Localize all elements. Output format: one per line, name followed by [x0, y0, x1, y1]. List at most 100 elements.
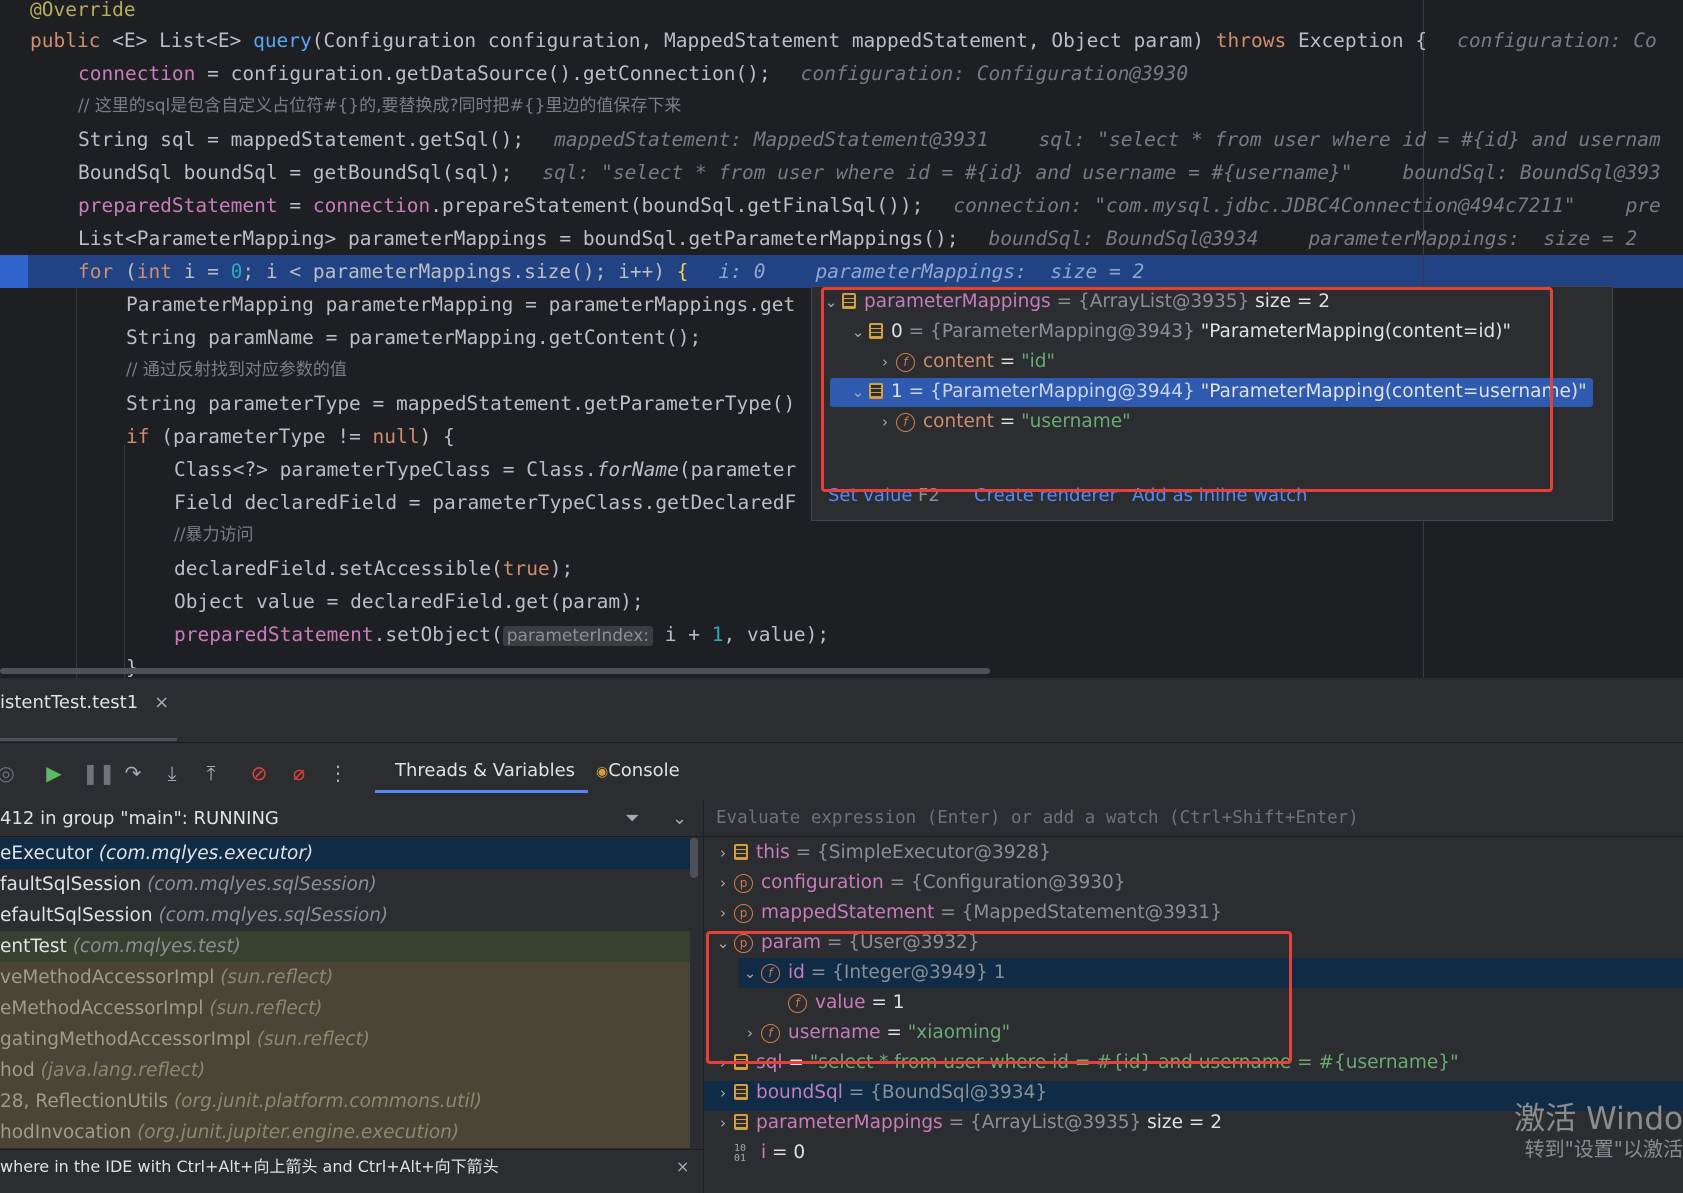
step-over-icon[interactable]: ↷	[121, 761, 145, 785]
debug-toolbar: ◎ ▶ ❚❚ ↷ ⤓ ⤒ ⊘ ⌀ ⋮	[0, 743, 1683, 801]
evaluate-expression-input[interactable]: Evaluate expression (Enter) or add a wat…	[704, 801, 1683, 837]
field-icon: f	[788, 994, 807, 1013]
code-line-19[interactable]: Object value = declaredField.get(param);	[174, 585, 644, 618]
variable-param-id[interactable]: ⌄ f id = {Integer@3949} 1	[739, 958, 1683, 988]
frame-row-library[interactable]: gatingMethodAccessorImpl (sun.reflect)	[0, 1024, 690, 1055]
create-renderer-link[interactable]: Create renderer	[974, 485, 1117, 506]
frame-row[interactable]: entTest (com.mqlyes.test)	[0, 931, 690, 962]
list-icon	[869, 383, 883, 399]
code-line-8[interactable]: List<ParameterMapping> parameterMappings…	[78, 222, 1637, 255]
view-breakpoints-icon[interactable]: ◎	[0, 761, 18, 785]
chevron-right-icon[interactable]: ›	[712, 898, 734, 928]
parameter-name-hint: parameterIndex:	[502, 626, 654, 646]
step-into-icon[interactable]: ⤓	[160, 761, 184, 785]
frame-row-selected[interactable]: eExecutor (com.mqlyes.executor)	[0, 838, 690, 869]
popup-item-0[interactable]: ⌄ 0 = {ParameterMapping@3943} "ParameterM…	[847, 317, 1511, 347]
step-out-icon[interactable]: ⤒	[199, 761, 223, 785]
resume-icon[interactable]: ▶	[42, 761, 66, 785]
code-line-17[interactable]: //暴力访问	[174, 519, 253, 552]
field-icon: f	[761, 964, 780, 983]
object-icon	[734, 1084, 748, 1100]
frame-row-library[interactable]: hodInvocation (org.junit.jupiter.engine.…	[0, 1117, 690, 1148]
indent-guide	[124, 445, 125, 678]
code-line-2[interactable]: public <E> List<E> query(Configuration c…	[30, 24, 1657, 57]
debug-tool-window[interactable]: istentTest.test1 × ◎ ▶ ❚❚ ↷ ⤓ ⤒ ⊘ ⌀ ⋮ Thr…	[0, 678, 1683, 1193]
pause-icon[interactable]: ❚❚	[82, 761, 116, 785]
execution-point-gutter	[0, 255, 28, 288]
close-icon[interactable]: ×	[154, 692, 169, 713]
code-line-7[interactable]: preparedStatement = connection.prepareSt…	[78, 189, 1661, 222]
frame-row[interactable]: faultSqlSession (com.mqlyes.sqlSession)	[0, 869, 690, 900]
tab-console[interactable]: ◉Console	[596, 760, 680, 781]
variable-configuration[interactable]: › p configuration = {Configuration@3930}	[712, 868, 1126, 898]
chevron-down-icon[interactable]: ⌄	[820, 287, 842, 317]
active-subtab-indicator	[375, 790, 588, 793]
popup-item-1-content[interactable]: › f content = "username"	[874, 407, 1131, 437]
variable-mappedStatement[interactable]: › p mappedStatement = {MappedStatement@393…	[712, 898, 1222, 928]
chevron-right-icon[interactable]: ›	[874, 407, 896, 437]
thread-selector[interactable]: 412 in group "main": RUNNING ⏷ ⌄	[0, 801, 703, 837]
frame-row-library[interactable]: hod (java.lang.reflect)	[0, 1055, 690, 1086]
code-line-5[interactable]: String sql = mappedStatement.getSql(); ma…	[78, 123, 1661, 156]
popup-item-1[interactable]: ⌄ 1 = {ParameterMapping@3944} "ParameterM…	[847, 377, 1587, 407]
code-line-1[interactable]: @Override	[30, 0, 136, 26]
code-line-14[interactable]: if (parameterType != null) {	[126, 420, 455, 453]
chevron-down-icon[interactable]: ⌄	[672, 801, 687, 836]
chevron-down-icon[interactable]: ⌄	[739, 958, 761, 988]
frames-panel[interactable]: 412 in group "main": RUNNING ⏷ ⌄ eExecut…	[0, 801, 704, 1193]
chevron-right-icon[interactable]: ›	[712, 1048, 734, 1078]
object-icon	[734, 844, 748, 860]
close-icon[interactable]: ×	[676, 1150, 689, 1183]
frame-row-library[interactable]: 28, ReflectionUtils (org.junit.platform.…	[0, 1086, 690, 1117]
code-line-9-current[interactable]: for (int i = 0; i < parameterMappings.si…	[78, 255, 1144, 288]
frame-row-library[interactable]: veMethodAccessorImpl (sun.reflect)	[0, 962, 690, 993]
set-value-link[interactable]: Set value	[828, 485, 912, 506]
code-line-12[interactable]: // 通过反射找到对应参数的值	[126, 354, 347, 387]
filter-icon[interactable]: ⏷	[625, 801, 639, 836]
variable-param-id-value[interactable]: f value = 1	[766, 988, 905, 1018]
code-line-15[interactable]: Class<?> parameterTypeClass = Class.forN…	[174, 453, 796, 486]
more-icon[interactable]: ⋮	[326, 761, 350, 785]
parameter-icon: p	[734, 934, 753, 953]
chevron-down-icon[interactable]: ⌄	[712, 928, 734, 958]
frame-row-library[interactable]: eMethodAccessorImpl (sun.reflect)	[0, 993, 690, 1024]
frame-row[interactable]: efaultSqlSession (com.mqlyes.sqlSession)	[0, 900, 690, 931]
variable-parameterMappings[interactable]: › parameterMappings = {ArrayList@3935} si…	[712, 1108, 1222, 1138]
code-line-10[interactable]: ParameterMapping parameterMapping = para…	[126, 288, 795, 321]
chevron-right-icon[interactable]: ›	[712, 1108, 734, 1138]
set-value-shortcut: F2	[918, 485, 940, 506]
chevron-right-icon[interactable]: ›	[874, 347, 896, 377]
object-icon	[734, 1054, 748, 1070]
frames-scrollbar[interactable]	[690, 838, 698, 878]
code-line-20[interactable]: preparedStatement.setObject(parameterInd…	[174, 618, 829, 651]
variable-param[interactable]: ⌄ p param = {User@3932}	[712, 928, 980, 958]
mute-breakpoints-icon[interactable]: ⌀	[287, 761, 311, 785]
run-configuration-tab[interactable]: istentTest.test1 ×	[0, 692, 169, 713]
code-line-13[interactable]: String parameterType = mappedStatement.g…	[126, 387, 795, 420]
code-line-3[interactable]: connection = configuration.getDataSource…	[78, 57, 1188, 90]
tab-threads-variables[interactable]: Threads & Variables	[395, 760, 575, 781]
variable-boundSql[interactable]: › boundSql = {BoundSql@3934}	[712, 1078, 1047, 1108]
code-line-11[interactable]: String paramName = parameterMapping.getC…	[126, 321, 701, 354]
chevron-right-icon[interactable]: ›	[712, 868, 734, 898]
code-line-18[interactable]: declaredField.setAccessible(true);	[174, 552, 573, 585]
variable-i[interactable]: 10 01 i = 0	[712, 1138, 805, 1168]
variable-param-username[interactable]: › f username = "xiaoming"	[739, 1018, 1010, 1048]
stop-icon[interactable]: ⊘	[247, 761, 271, 785]
code-line-6[interactable]: BoundSql boundSql = getBoundSql(sql); sql…	[78, 156, 1661, 189]
popup-root-node[interactable]: ⌄ parameterMappings = {ArrayList@3935} si…	[820, 287, 1330, 317]
chevron-right-icon[interactable]: ›	[712, 838, 734, 868]
chevron-down-icon[interactable]: ⌄	[847, 377, 869, 407]
chevron-down-icon[interactable]: ⌄	[847, 317, 869, 347]
popup-item-0-content[interactable]: › f content = "id"	[874, 347, 1055, 377]
chevron-right-icon[interactable]: ›	[712, 1078, 734, 1108]
variable-this[interactable]: › this = {SimpleExecutor@3928}	[712, 838, 1051, 868]
editor-horizontal-scrollbar[interactable]	[0, 668, 990, 674]
add-inline-watch-link[interactable]: Add as inline watch	[1132, 485, 1307, 506]
code-line-4[interactable]: // 这里的sql是包含自定义占位符#{}的,要替换成?同时把#{}里边的值保存…	[78, 90, 681, 123]
chevron-right-icon[interactable]: ›	[739, 1018, 761, 1048]
list-icon	[842, 293, 856, 309]
code-line-16[interactable]: Field declaredField = parameterTypeClass…	[174, 486, 796, 519]
variable-sql[interactable]: › sql = "select * from user where id = #{…	[712, 1048, 1459, 1078]
debug-value-popup[interactable]: ⌄ parameterMappings = {ArrayList@3935} si…	[811, 286, 1613, 521]
